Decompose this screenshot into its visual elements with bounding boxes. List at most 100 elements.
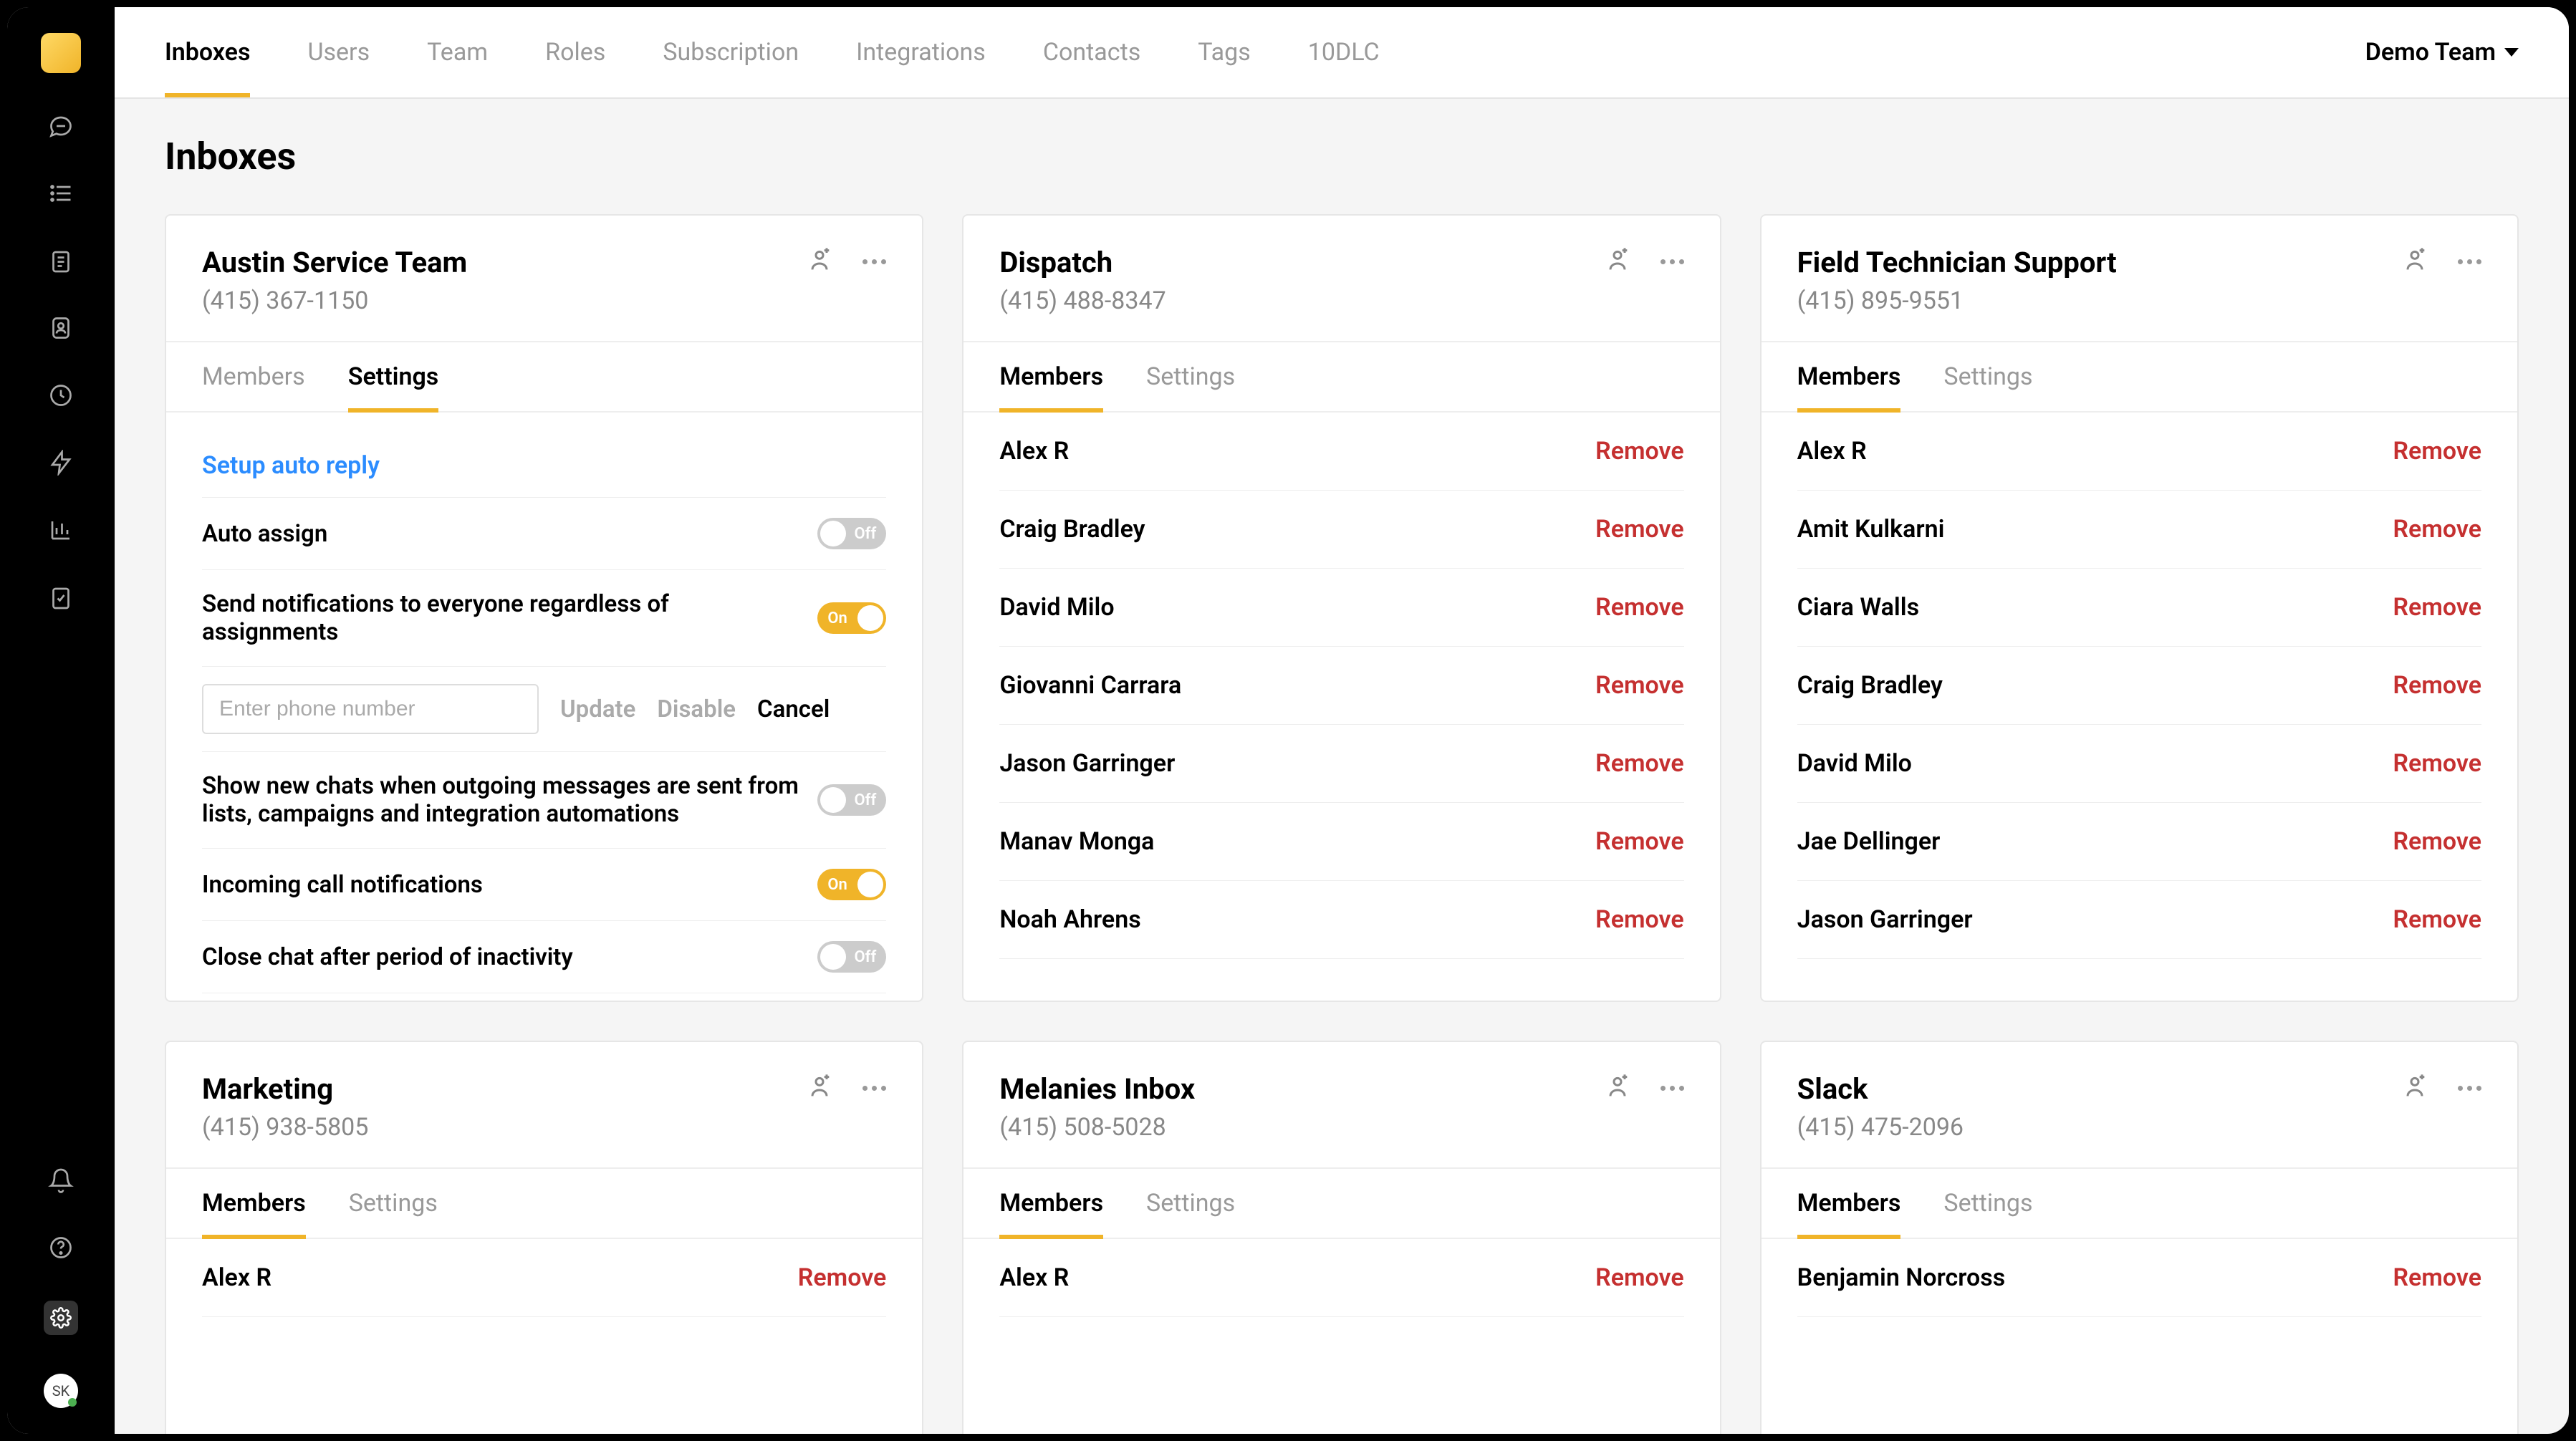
more-icon[interactable] [2458, 1086, 2481, 1091]
tab-members[interactable]: Members [202, 1169, 306, 1238]
bolt-icon[interactable] [47, 448, 75, 477]
clock-icon[interactable] [47, 381, 75, 410]
topnav-item-tags[interactable]: Tags [1198, 7, 1251, 97]
list-icon[interactable] [47, 179, 75, 208]
remove-button[interactable]: Remove [1595, 671, 1684, 700]
task-icon[interactable] [47, 583, 75, 612]
tab-settings[interactable]: Settings [349, 1169, 438, 1238]
member-row: Jason Garringer Remove [1797, 881, 2481, 959]
member-name: Alex R [999, 1263, 1069, 1292]
tab-settings[interactable]: Settings [1146, 342, 1235, 411]
inbox-phone: (415) 508-5028 [999, 1113, 1195, 1142]
tab-members[interactable]: Members [999, 1169, 1103, 1238]
members-list: Alex R Remove [166, 1239, 922, 1434]
remove-button[interactable]: Remove [2393, 671, 2481, 700]
cancel-button[interactable]: Cancel [757, 695, 830, 723]
remove-button[interactable]: Remove [2393, 593, 2481, 622]
add-member-icon[interactable] [2400, 1072, 2429, 1104]
toggle-auto-assign[interactable]: Off [817, 518, 886, 549]
member-name: Alex R [202, 1263, 271, 1292]
remove-button[interactable]: Remove [1595, 827, 1684, 856]
disable-button[interactable]: Disable [657, 695, 736, 723]
team-label: Demo Team [2365, 38, 2496, 67]
more-icon[interactable] [862, 1086, 886, 1091]
topbar: Inboxes Users Team Roles Subscription Integra… [115, 7, 2569, 99]
topnav-item-integrations[interactable]: Integrations [856, 7, 986, 97]
member-row: Alex R Remove [202, 1239, 886, 1317]
remove-button[interactable]: Remove [798, 1263, 887, 1292]
tab-members[interactable]: Members [202, 342, 305, 411]
member-name: David Milo [1797, 749, 1912, 778]
topnav-item-10dlc[interactable]: 10DLC [1308, 7, 1380, 97]
tab-members[interactable]: Members [999, 342, 1103, 411]
update-button[interactable]: Update [560, 695, 635, 723]
tab-settings[interactable]: Settings [348, 342, 439, 411]
tab-settings[interactable]: Settings [1943, 1169, 2032, 1238]
tab-settings[interactable]: Settings [1146, 1169, 1235, 1238]
setting-label: Close chat after period of inactivity [202, 943, 803, 971]
topnav-item-subscription[interactable]: Subscription [663, 7, 799, 97]
member-name: David Milo [999, 593, 1114, 622]
settings-body: Setup auto reply Auto assign Off Send no… [166, 413, 922, 1001]
remove-button[interactable]: Remove [2393, 827, 2481, 856]
remove-button[interactable]: Remove [1595, 905, 1684, 934]
topnav-item-team[interactable]: Team [427, 7, 488, 97]
add-member-icon[interactable] [2400, 246, 2429, 277]
remove-button[interactable]: Remove [1595, 515, 1684, 544]
member-row: Jae Dellinger Remove [1797, 803, 2481, 881]
setting-label: Auto assign [202, 520, 803, 548]
toggle-show-new-chats[interactable]: Off [817, 784, 886, 816]
bell-icon[interactable] [47, 1166, 75, 1195]
add-member-icon[interactable] [1603, 246, 1632, 277]
settings-icon[interactable] [44, 1301, 78, 1335]
remove-button[interactable]: Remove [2393, 437, 2481, 466]
toggle-close-chat[interactable]: Off [817, 941, 886, 973]
remove-button[interactable]: Remove [1595, 1263, 1684, 1292]
member-row: Craig Bradley Remove [1797, 647, 2481, 725]
help-icon[interactable] [47, 1233, 75, 1262]
add-member-icon[interactable] [805, 246, 834, 277]
remove-button[interactable]: Remove [2393, 1263, 2481, 1292]
member-name: Craig Bradley [999, 515, 1145, 544]
topnav-item-inboxes[interactable]: Inboxes [165, 7, 250, 97]
tab-settings[interactable]: Settings [1943, 342, 2032, 411]
tab-members[interactable]: Members [1797, 1169, 1901, 1238]
topnav-item-roles[interactable]: Roles [545, 7, 605, 97]
topnav-item-users[interactable]: Users [307, 7, 370, 97]
tab-members[interactable]: Members [1797, 342, 1901, 411]
more-icon[interactable] [1661, 259, 1684, 264]
chat-icon[interactable] [47, 112, 75, 140]
members-list: Benjamin Norcross Remove [1762, 1239, 2517, 1434]
member-row: Noah Ahrens Remove [999, 881, 1683, 959]
app-logo[interactable] [41, 33, 81, 73]
add-member-icon[interactable] [805, 1072, 834, 1104]
toggle-notifications[interactable]: On [817, 602, 886, 634]
member-name: Benjamin Norcross [1797, 1263, 2006, 1292]
toggle-incoming-call[interactable]: On [817, 869, 886, 900]
remove-button[interactable]: Remove [2393, 515, 2481, 544]
remove-button[interactable]: Remove [2393, 749, 2481, 778]
inbox-phone: (415) 475-2096 [1797, 1113, 1964, 1142]
member-row: David Milo Remove [999, 569, 1683, 647]
contact-icon[interactable] [47, 314, 75, 342]
setting-label: Incoming call notifications [202, 871, 803, 899]
add-member-icon[interactable] [1603, 1072, 1632, 1104]
user-avatar[interactable]: SK [44, 1374, 78, 1408]
chart-icon[interactable] [47, 516, 75, 544]
member-name: Amit Kulkarni [1797, 515, 1945, 544]
remove-button[interactable]: Remove [1595, 593, 1684, 622]
member-name: Jason Garringer [1797, 905, 1973, 934]
inbox-card: Austin Service Team (415) 367-1150 Membe… [165, 214, 923, 1002]
more-icon[interactable] [862, 259, 886, 264]
more-icon[interactable] [2458, 259, 2481, 264]
team-selector[interactable]: Demo Team [2365, 38, 2519, 67]
remove-button[interactable]: Remove [1595, 749, 1684, 778]
remove-button[interactable]: Remove [2393, 905, 2481, 934]
more-icon[interactable] [1661, 1086, 1684, 1091]
members-list: Alex R Remove Craig Bradley Remove David… [963, 413, 1719, 1001]
topnav-item-contacts[interactable]: Contacts [1043, 7, 1140, 97]
remove-button[interactable]: Remove [1595, 437, 1684, 466]
phone-input[interactable] [202, 684, 539, 734]
clipboard-icon[interactable] [47, 246, 75, 275]
setup-auto-reply-link[interactable]: Setup auto reply [202, 434, 886, 498]
